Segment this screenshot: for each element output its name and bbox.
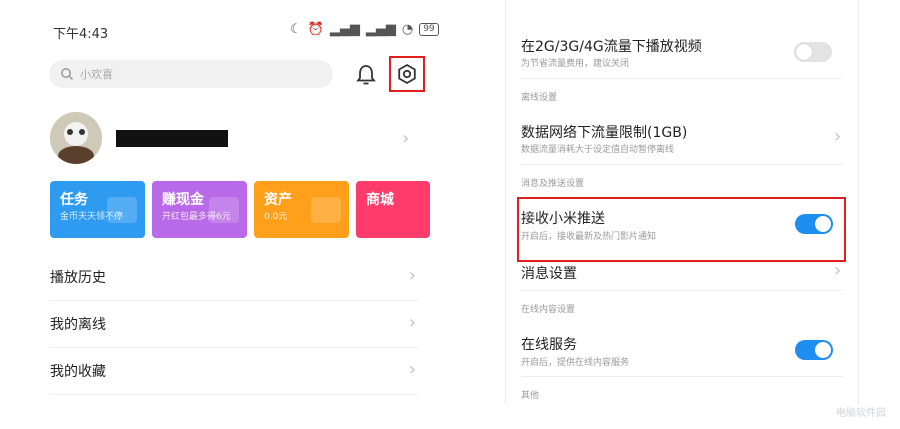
card-title: 任务 [60,192,88,208]
status-time: 下午4:43 [53,27,109,42]
moon-icon: ☾ [290,22,302,37]
divider [521,376,843,377]
section-header: 其他 [521,391,540,401]
username-redacted [116,130,228,147]
bell-icon[interactable] [355,63,377,87]
divider [521,78,843,79]
battery-indicator: 99 [419,23,439,36]
divider [521,164,843,165]
setting-subtitle: 开启后，提供在线内容服务 [521,358,630,368]
setting-title: 在2G/3G/4G流量下播放视频 [521,39,702,55]
settings-button[interactable] [389,56,425,92]
signal-icon: ▂▄▆ [329,22,360,37]
signal-icon: ▂▄▆ [365,22,396,37]
list-item-label: 播放历史 [50,270,106,286]
card-earn-cash[interactable]: 赚现金 开红包最多得6元 [152,181,247,238]
chevron-right-icon[interactable]: › [834,126,841,147]
card-tasks[interactable]: 任务 金币天天领不停 [50,181,145,238]
card-decoration [311,197,341,223]
card-subtitle: 0.0元 [264,212,288,222]
highlight-box [517,197,846,262]
card-title: 赚现金 [162,192,204,208]
divider [521,290,843,291]
list-item-favorites[interactable]: 我的收藏 › [50,349,418,395]
card-decoration [107,197,137,223]
list-item-label: 我的离线 [50,317,106,333]
list-item-label: 我的收藏 [50,364,106,380]
card-title: 商城 [366,192,394,208]
search-icon [61,68,74,81]
setting-subtitle: 为节省流量费用，建议关闭 [521,59,630,69]
card-mall[interactable]: 商城 [356,181,430,238]
chevron-right-icon[interactable]: › [402,128,409,149]
left-screen: 下午4:43 ☾ ⏰ ▂▄▆ ▂▄▆ ◔ 99 小欢喜 › 任务 金币天天领不停… [0,0,450,429]
card-title: 资产 [264,192,292,208]
chevron-right-icon: › [408,265,416,286]
section-header: 在线内容设置 [521,305,576,315]
section-header: 消息及推送设置 [521,179,585,189]
gear-icon [398,63,416,85]
wifi-icon: ◔ [401,22,414,37]
list-item-history[interactable]: 播放历史 › [50,255,418,301]
search-input[interactable]: 小欢喜 [49,60,333,88]
setting-title: 消息设置 [521,266,577,282]
section-header: 离线设置 [521,93,558,103]
setting-title: 数据网络下流量限制(1GB) [521,125,688,141]
status-icons: ☾ ⏰ ▂▄▆ ▂▄▆ ◔ 99 [290,22,439,37]
setting-title: 在线服务 [521,337,577,353]
toggle-online-service[interactable] [795,340,833,360]
watermark: 电脑软件园 [836,408,886,419]
card-assets[interactable]: 资产 0.0元 [254,181,349,238]
card-decoration [209,197,239,223]
alarm-icon: ⏰ [307,22,324,37]
list-item-offline[interactable]: 我的离线 › [50,302,418,348]
chevron-right-icon: › [408,359,416,380]
setting-subtitle: 数据流量消耗大于设定值自动暂停离线 [521,145,675,155]
toggle-video-on-mobile[interactable] [794,42,832,62]
avatar[interactable] [50,112,102,164]
chevron-right-icon[interactable]: › [834,260,841,281]
chevron-right-icon: › [408,312,416,333]
search-placeholder: 小欢喜 [80,68,113,81]
